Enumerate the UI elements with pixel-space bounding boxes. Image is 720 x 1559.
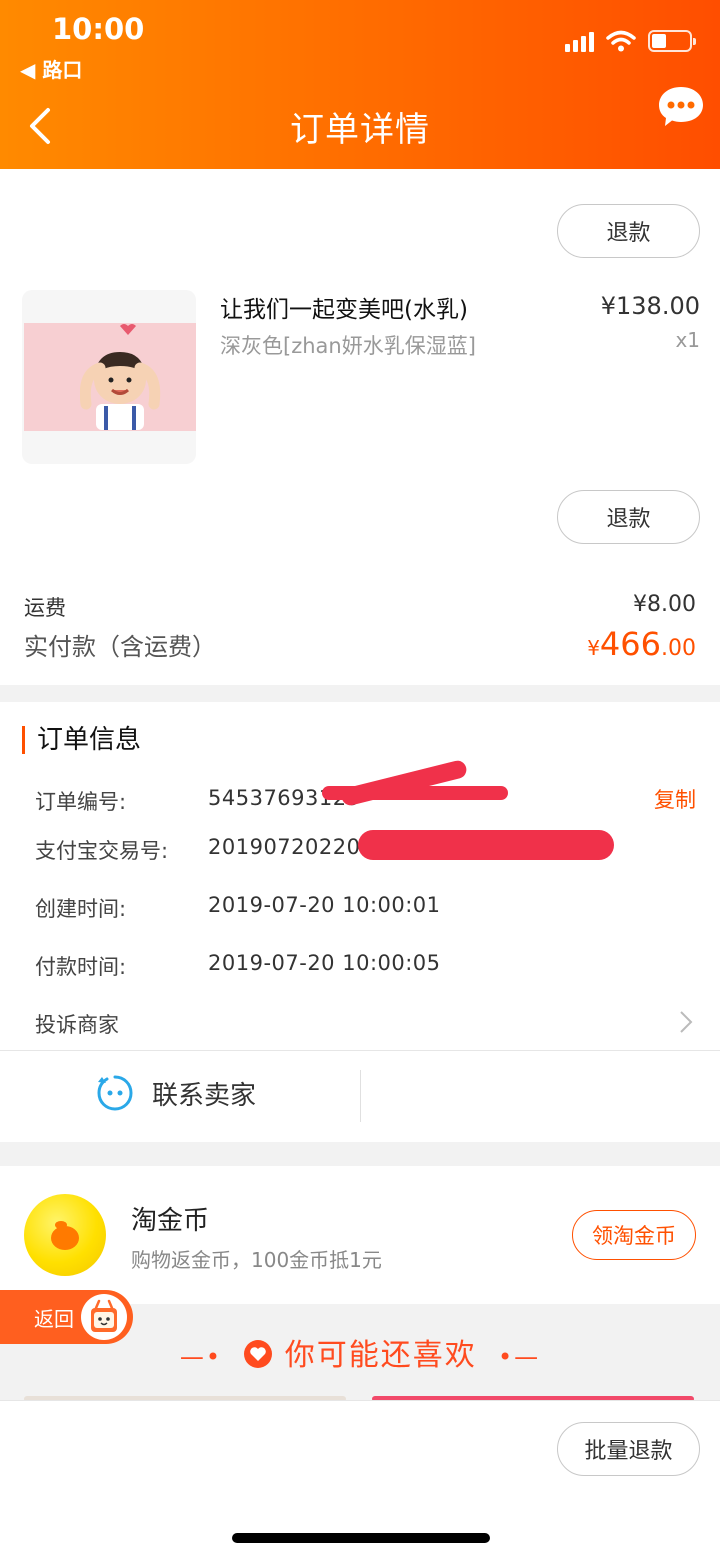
divider-vertical <box>360 1070 361 1122</box>
shipping-label: 运费 <box>24 596 66 620</box>
status-time: 10:00 <box>52 12 145 46</box>
contact-seller-button[interactable]: 联系卖家 <box>96 1074 256 1112</box>
contact-seller-label: 联系卖家 <box>152 1080 257 1111</box>
baby-photo-illustration <box>80 324 161 430</box>
recommend-title: 你可能还喜欢 <box>284 1338 477 1373</box>
refund-button-top[interactable]: 退款 <box>557 204 700 258</box>
order-info-title: 订单信息 <box>22 726 141 754</box>
claim-coins-button[interactable]: 领淘金币 <box>572 1210 696 1260</box>
complain-seller-label[interactable]: 投诉商家 <box>35 1009 119 1039</box>
batch-refund-button[interactable]: 批量退款 <box>557 1422 700 1476</box>
paid-time-label: 付款时间: <box>35 955 127 979</box>
copy-order-number-button[interactable]: 复制 <box>654 784 696 814</box>
divider <box>0 1050 720 1051</box>
battery-icon <box>648 30 696 52</box>
paid-integer: 466 <box>599 625 661 663</box>
chevron-right-icon[interactable] <box>678 1010 694 1034</box>
taobao-coins-desc: 购物返金币，100金币抵1元 <box>131 1248 382 1272</box>
taobao-coin-icon <box>24 1194 106 1276</box>
decor-dash: —• <box>179 1343 232 1371</box>
message-bubble-icon[interactable] <box>656 84 706 132</box>
heart-icon <box>244 1340 273 1368</box>
shipping-value: ¥8.00 <box>633 592 696 617</box>
paid-decimal: .00 <box>661 636 696 661</box>
paid-total-amount: ¥466.00 <box>587 625 696 663</box>
product-title[interactable]: 让我们一起变美吧(水乳) <box>220 290 468 324</box>
recommend-section-header: —• 你可能还喜欢 •— <box>0 1330 720 1374</box>
product-quantity: x1 <box>675 328 700 352</box>
product-price: ¥138.00 <box>600 292 700 320</box>
alipay-trade-label: 支付宝交易号: <box>35 839 169 863</box>
status-icons <box>565 30 696 52</box>
home-indicator[interactable] <box>232 1533 490 1543</box>
redaction-mark <box>322 786 508 800</box>
paid-currency: ¥ <box>587 636 600 660</box>
refund-button[interactable]: 退款 <box>557 490 700 544</box>
paid-total-label: 实付款（含运费） <box>24 633 216 661</box>
created-time-label: 创建时间: <box>35 897 127 921</box>
wifi-icon <box>606 30 636 52</box>
header-bar: 10:00 ◀ 路口 订单详情 <box>0 0 720 169</box>
return-label: 返回 <box>34 1306 74 1331</box>
decor-dash: •— <box>488 1343 541 1371</box>
redaction-mark <box>358 830 614 860</box>
signal-icon <box>565 32 594 52</box>
created-time-value: 2019-07-20 10:00:01 <box>208 893 441 917</box>
product-spec: 深灰色[zhan妍水乳保湿蓝] <box>220 334 476 358</box>
order-number-label: 订单编号: <box>35 790 127 814</box>
status-back-app[interactable]: ◀ 路口 <box>20 54 82 83</box>
taobao-coins-title: 淘金币 <box>131 1206 210 1236</box>
paid-time-value: 2019-07-20 10:00:05 <box>208 951 441 975</box>
chat-face-icon <box>97 1075 133 1111</box>
product-image[interactable] <box>22 290 196 464</box>
page-title: 订单详情 <box>290 110 430 150</box>
